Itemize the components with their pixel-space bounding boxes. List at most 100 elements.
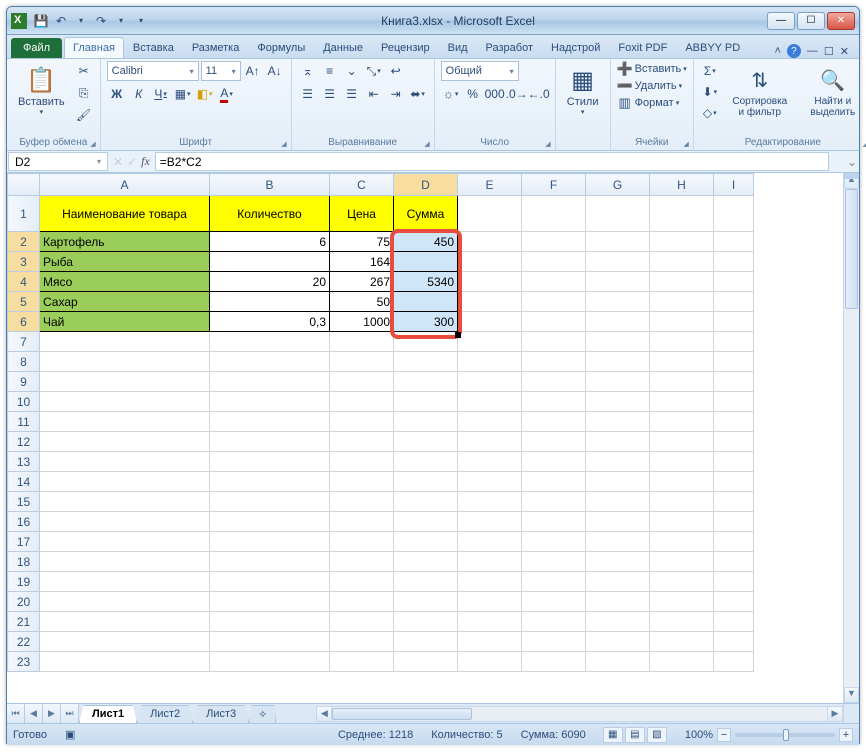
- cell[interactable]: [330, 652, 394, 672]
- row-12[interactable]: 12: [8, 432, 40, 452]
- row-20[interactable]: 20: [8, 592, 40, 612]
- cell-C5[interactable]: 50: [330, 292, 394, 312]
- cell[interactable]: [650, 372, 714, 392]
- cell[interactable]: [586, 232, 650, 252]
- cell[interactable]: [650, 592, 714, 612]
- fill-color-icon[interactable]: ◧: [195, 84, 215, 104]
- col-I[interactable]: I: [714, 174, 754, 196]
- row-9[interactable]: 9: [8, 372, 40, 392]
- cell[interactable]: [210, 572, 330, 592]
- cell[interactable]: [522, 572, 586, 592]
- cell[interactable]: [330, 332, 394, 352]
- cell[interactable]: [650, 512, 714, 532]
- cell[interactable]: [458, 432, 522, 452]
- decrease-font-icon[interactable]: A↓: [265, 61, 285, 81]
- help-icon[interactable]: ?: [787, 44, 801, 58]
- align-bottom-icon[interactable]: ⌄: [342, 61, 362, 81]
- underline-button[interactable]: Ч: [151, 84, 171, 104]
- cell[interactable]: [394, 452, 458, 472]
- cell[interactable]: [522, 552, 586, 572]
- cell[interactable]: [394, 572, 458, 592]
- cut-icon[interactable]: ✂: [74, 61, 94, 81]
- cell[interactable]: [330, 412, 394, 432]
- cell[interactable]: [714, 572, 754, 592]
- cell[interactable]: [458, 472, 522, 492]
- tab-data[interactable]: Данные: [314, 37, 372, 58]
- decrease-decimal-icon[interactable]: ←.0: [529, 84, 549, 104]
- cell[interactable]: [650, 312, 714, 332]
- cell[interactable]: [394, 552, 458, 572]
- cell[interactable]: [394, 472, 458, 492]
- col-G[interactable]: G: [586, 174, 650, 196]
- zoom-out-button[interactable]: −: [717, 728, 731, 742]
- row-13[interactable]: 13: [8, 452, 40, 472]
- cell[interactable]: [330, 572, 394, 592]
- split-handle[interactable]: [843, 173, 859, 179]
- cell[interactable]: [714, 492, 754, 512]
- cell[interactable]: [330, 472, 394, 492]
- col-B[interactable]: B: [210, 174, 330, 196]
- cell-B2[interactable]: 6: [210, 232, 330, 252]
- cell[interactable]: [714, 512, 754, 532]
- cell[interactable]: [394, 532, 458, 552]
- cell[interactable]: [394, 652, 458, 672]
- cell[interactable]: [586, 196, 650, 232]
- cell[interactable]: [394, 492, 458, 512]
- cell[interactable]: [210, 432, 330, 452]
- cell[interactable]: [40, 512, 210, 532]
- vertical-scrollbar[interactable]: ▲ ▼: [843, 173, 859, 703]
- cell[interactable]: [522, 332, 586, 352]
- cell[interactable]: [650, 232, 714, 252]
- cell[interactable]: [458, 412, 522, 432]
- cell[interactable]: [650, 452, 714, 472]
- cell-C1[interactable]: Цена: [330, 196, 394, 232]
- cell[interactable]: [586, 432, 650, 452]
- qat-undo-dd-icon[interactable]: ▾: [73, 13, 89, 29]
- cell[interactable]: [458, 492, 522, 512]
- vscroll-thumb[interactable]: [845, 189, 858, 309]
- cell[interactable]: [394, 412, 458, 432]
- cell[interactable]: [522, 196, 586, 232]
- resize-corner[interactable]: [843, 704, 859, 723]
- italic-button[interactable]: К: [129, 84, 149, 104]
- cell[interactable]: [210, 512, 330, 532]
- cell[interactable]: [458, 252, 522, 272]
- tab-formulas[interactable]: Формулы: [248, 37, 314, 58]
- cell[interactable]: [210, 652, 330, 672]
- cell[interactable]: [40, 552, 210, 572]
- cell[interactable]: [40, 532, 210, 552]
- bold-button[interactable]: Ж: [107, 84, 127, 104]
- cell[interactable]: [40, 492, 210, 512]
- cell[interactable]: [522, 432, 586, 452]
- cell[interactable]: [650, 632, 714, 652]
- cell[interactable]: [586, 632, 650, 652]
- row-3[interactable]: 3: [8, 252, 40, 272]
- cell[interactable]: [586, 252, 650, 272]
- cell[interactable]: [586, 652, 650, 672]
- cell[interactable]: [394, 372, 458, 392]
- row-14[interactable]: 14: [8, 472, 40, 492]
- cell[interactable]: [714, 252, 754, 272]
- row-8[interactable]: 8: [8, 352, 40, 372]
- cell[interactable]: [330, 492, 394, 512]
- cell[interactable]: [650, 652, 714, 672]
- view-page-layout-icon[interactable]: ▤: [625, 727, 645, 743]
- cell[interactable]: [650, 196, 714, 232]
- spreadsheet[interactable]: A B C D E F G H I 1Наименование товараКо…: [7, 173, 754, 672]
- name-box[interactable]: D2: [8, 152, 108, 171]
- cell[interactable]: [40, 412, 210, 432]
- cell[interactable]: [210, 372, 330, 392]
- cell[interactable]: [714, 652, 754, 672]
- tab-addins[interactable]: Надстрой: [542, 37, 609, 58]
- cell[interactable]: [714, 352, 754, 372]
- zoom-in-button[interactable]: +: [839, 728, 853, 742]
- cell[interactable]: [714, 612, 754, 632]
- cell[interactable]: [522, 652, 586, 672]
- fill-icon[interactable]: ⬇: [700, 82, 720, 102]
- merge-icon[interactable]: ⬌: [408, 84, 428, 104]
- tab-view[interactable]: Вид: [439, 37, 477, 58]
- cell[interactable]: [522, 452, 586, 472]
- cell[interactable]: [586, 272, 650, 292]
- row-16[interactable]: 16: [8, 512, 40, 532]
- scroll-right-icon[interactable]: ▶: [827, 706, 843, 722]
